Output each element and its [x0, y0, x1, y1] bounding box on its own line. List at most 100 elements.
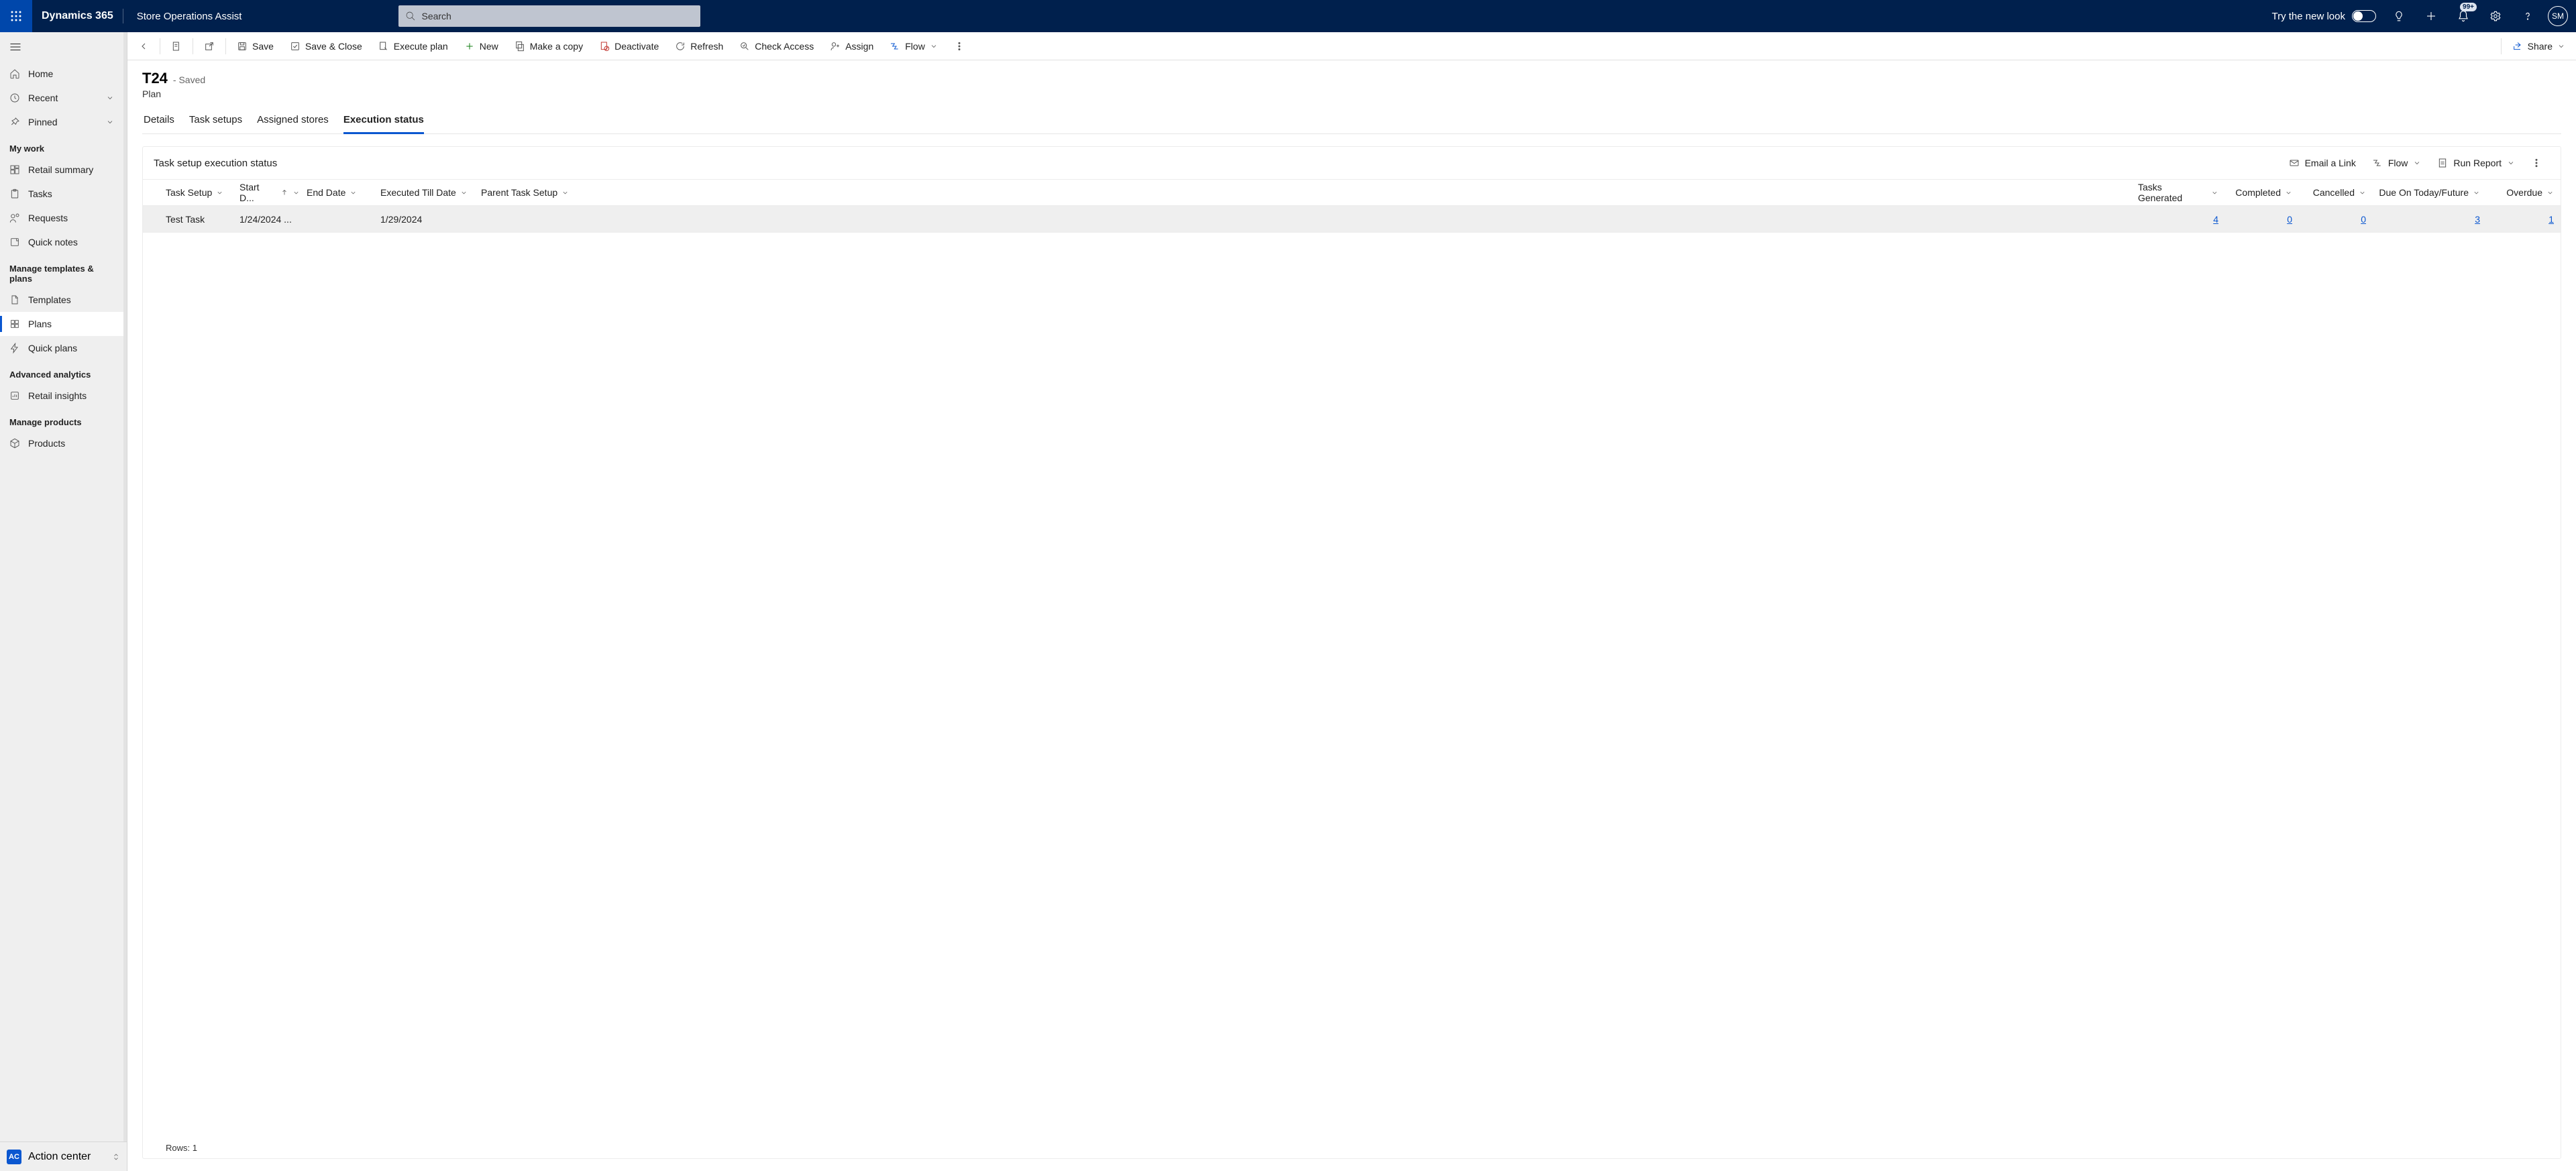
assign-button[interactable]: Assign: [823, 34, 880, 59]
waffle-icon: [10, 10, 22, 22]
check-access-icon: [739, 41, 750, 52]
nav-tasks[interactable]: Tasks: [0, 182, 123, 206]
more-vertical-icon: [2531, 158, 2542, 168]
col-task-setup[interactable]: Task Setup: [166, 187, 239, 198]
nav-recent[interactable]: Recent: [0, 86, 123, 110]
chevron-down-icon: [930, 42, 938, 50]
settings-button[interactable]: [2479, 0, 2512, 32]
nav-pinned-label: Pinned: [28, 117, 58, 127]
tab-execution-status[interactable]: Execution status: [343, 109, 424, 133]
save-close-label: Save & Close: [305, 41, 362, 52]
cell-due-link[interactable]: 3: [2475, 214, 2480, 225]
execute-plan-button[interactable]: Execute plan: [372, 34, 455, 59]
refresh-button[interactable]: Refresh: [668, 34, 730, 59]
user-avatar[interactable]: SM: [2548, 6, 2568, 26]
help-icon: [2522, 10, 2534, 22]
nav-products[interactable]: Products: [0, 431, 123, 455]
check-access-button[interactable]: Check Access: [733, 34, 820, 59]
nav-quick-plans-label: Quick plans: [28, 343, 77, 353]
new-button[interactable]: New: [458, 34, 505, 59]
overflow-button[interactable]: [947, 34, 971, 59]
nav-pinned[interactable]: Pinned: [0, 110, 123, 134]
execute-icon: [378, 41, 389, 52]
flow-button[interactable]: Flow: [883, 34, 945, 59]
cell-completed-link[interactable]: 0: [2287, 214, 2292, 225]
col-executed-till[interactable]: Executed Till Date: [380, 187, 481, 198]
chevron-down-icon: [2359, 189, 2366, 197]
area-switcher[interactable]: AC Action center: [0, 1141, 127, 1171]
back-button[interactable]: [131, 34, 156, 59]
panel-overflow-button[interactable]: [2523, 150, 2550, 176]
save-close-icon: [290, 41, 301, 52]
open-record-set-button[interactable]: [164, 34, 189, 59]
nav-quick-notes[interactable]: Quick notes: [0, 230, 123, 254]
deactivate-button[interactable]: Deactivate: [592, 34, 665, 59]
col-generated[interactable]: Tasks Generated: [2138, 182, 2225, 203]
nav-tasks-label: Tasks: [28, 188, 52, 199]
popout-button[interactable]: [197, 34, 221, 59]
nav-retail-summary[interactable]: Retail summary: [0, 158, 123, 182]
refresh-label: Refresh: [690, 41, 723, 52]
col-cancelled[interactable]: Cancelled: [2299, 187, 2373, 198]
area-badge: AC: [7, 1150, 21, 1164]
tab-details[interactable]: Details: [144, 109, 174, 133]
nav-home-label: Home: [28, 68, 53, 79]
table-row[interactable]: Test Task 1/24/2024 ... 1/29/2024 4 0 0 …: [143, 206, 2561, 233]
chevron-down-icon: [216, 189, 223, 197]
cell-generated-link[interactable]: 4: [2213, 214, 2218, 225]
help-button[interactable]: [2512, 0, 2544, 32]
col-overdue[interactable]: Overdue: [2487, 187, 2561, 198]
save-button[interactable]: Save: [230, 34, 280, 59]
flow-icon: [2372, 158, 2383, 168]
new-plus-icon: [464, 41, 475, 52]
tab-task-setups[interactable]: Task setups: [189, 109, 242, 133]
nav-retail-insights[interactable]: Retail insights: [0, 384, 123, 408]
nav-templates[interactable]: Templates: [0, 288, 123, 312]
chevron-down-icon: [106, 94, 114, 102]
col-end-date[interactable]: End Date: [307, 187, 380, 198]
make-copy-button[interactable]: Make a copy: [508, 34, 590, 59]
panel-flow-button[interactable]: Flow: [2364, 150, 2430, 176]
record-state: - Saved: [173, 74, 205, 85]
nav-quick-plans[interactable]: Quick plans: [0, 336, 123, 360]
nav-collapse-button[interactable]: [0, 32, 123, 62]
global-search[interactable]: Search: [398, 5, 700, 27]
email-link-icon: [2289, 158, 2300, 168]
email-link-button[interactable]: Email a Link: [2281, 150, 2364, 176]
toggle-switch[interactable]: [2352, 10, 2376, 22]
nav-requests[interactable]: Requests: [0, 206, 123, 230]
chevron-down-icon: [2413, 159, 2421, 167]
cell-overdue-link[interactable]: 1: [2548, 214, 2554, 225]
col-due[interactable]: Due On Today/Future: [2373, 187, 2487, 198]
chevron-down-icon: [106, 118, 114, 126]
col-parent[interactable]: Parent Task Setup: [481, 187, 629, 198]
popout-icon: [204, 41, 215, 52]
nav-home[interactable]: Home: [0, 62, 123, 86]
refresh-icon: [675, 41, 686, 52]
lightbulb-button[interactable]: [2383, 0, 2415, 32]
new-label: New: [480, 41, 498, 52]
tab-assigned-stores[interactable]: Assigned stores: [257, 109, 329, 133]
nav-section-templates: Manage templates & plans: [0, 254, 123, 288]
col-completed[interactable]: Completed: [2225, 187, 2299, 198]
app-launcher-button[interactable]: [0, 0, 32, 32]
save-close-button[interactable]: Save & Close: [283, 34, 369, 59]
rows-counter: Rows: 1: [143, 1137, 2561, 1158]
col-start-date[interactable]: Start D...: [239, 182, 307, 203]
quick-create-button[interactable]: [2415, 0, 2447, 32]
chevron-down-icon: [561, 189, 569, 197]
nav-templates-label: Templates: [28, 294, 71, 305]
dashboard-icon: [9, 164, 20, 175]
deactivate-icon: [599, 41, 610, 52]
run-report-button[interactable]: Run Report: [2429, 150, 2523, 176]
flow-label: Flow: [905, 41, 925, 52]
cell-cancelled-link[interactable]: 0: [2361, 214, 2366, 225]
try-new-look-toggle[interactable]: Try the new look: [2265, 10, 2383, 22]
notifications-button[interactable]: 99+: [2447, 0, 2479, 32]
chevron-down-icon: [292, 189, 300, 197]
nav-plans[interactable]: Plans: [0, 312, 123, 336]
box-icon: [9, 438, 20, 449]
grid-icon: [9, 319, 20, 329]
share-button[interactable]: Share: [2506, 34, 2572, 59]
save-label: Save: [252, 41, 274, 52]
